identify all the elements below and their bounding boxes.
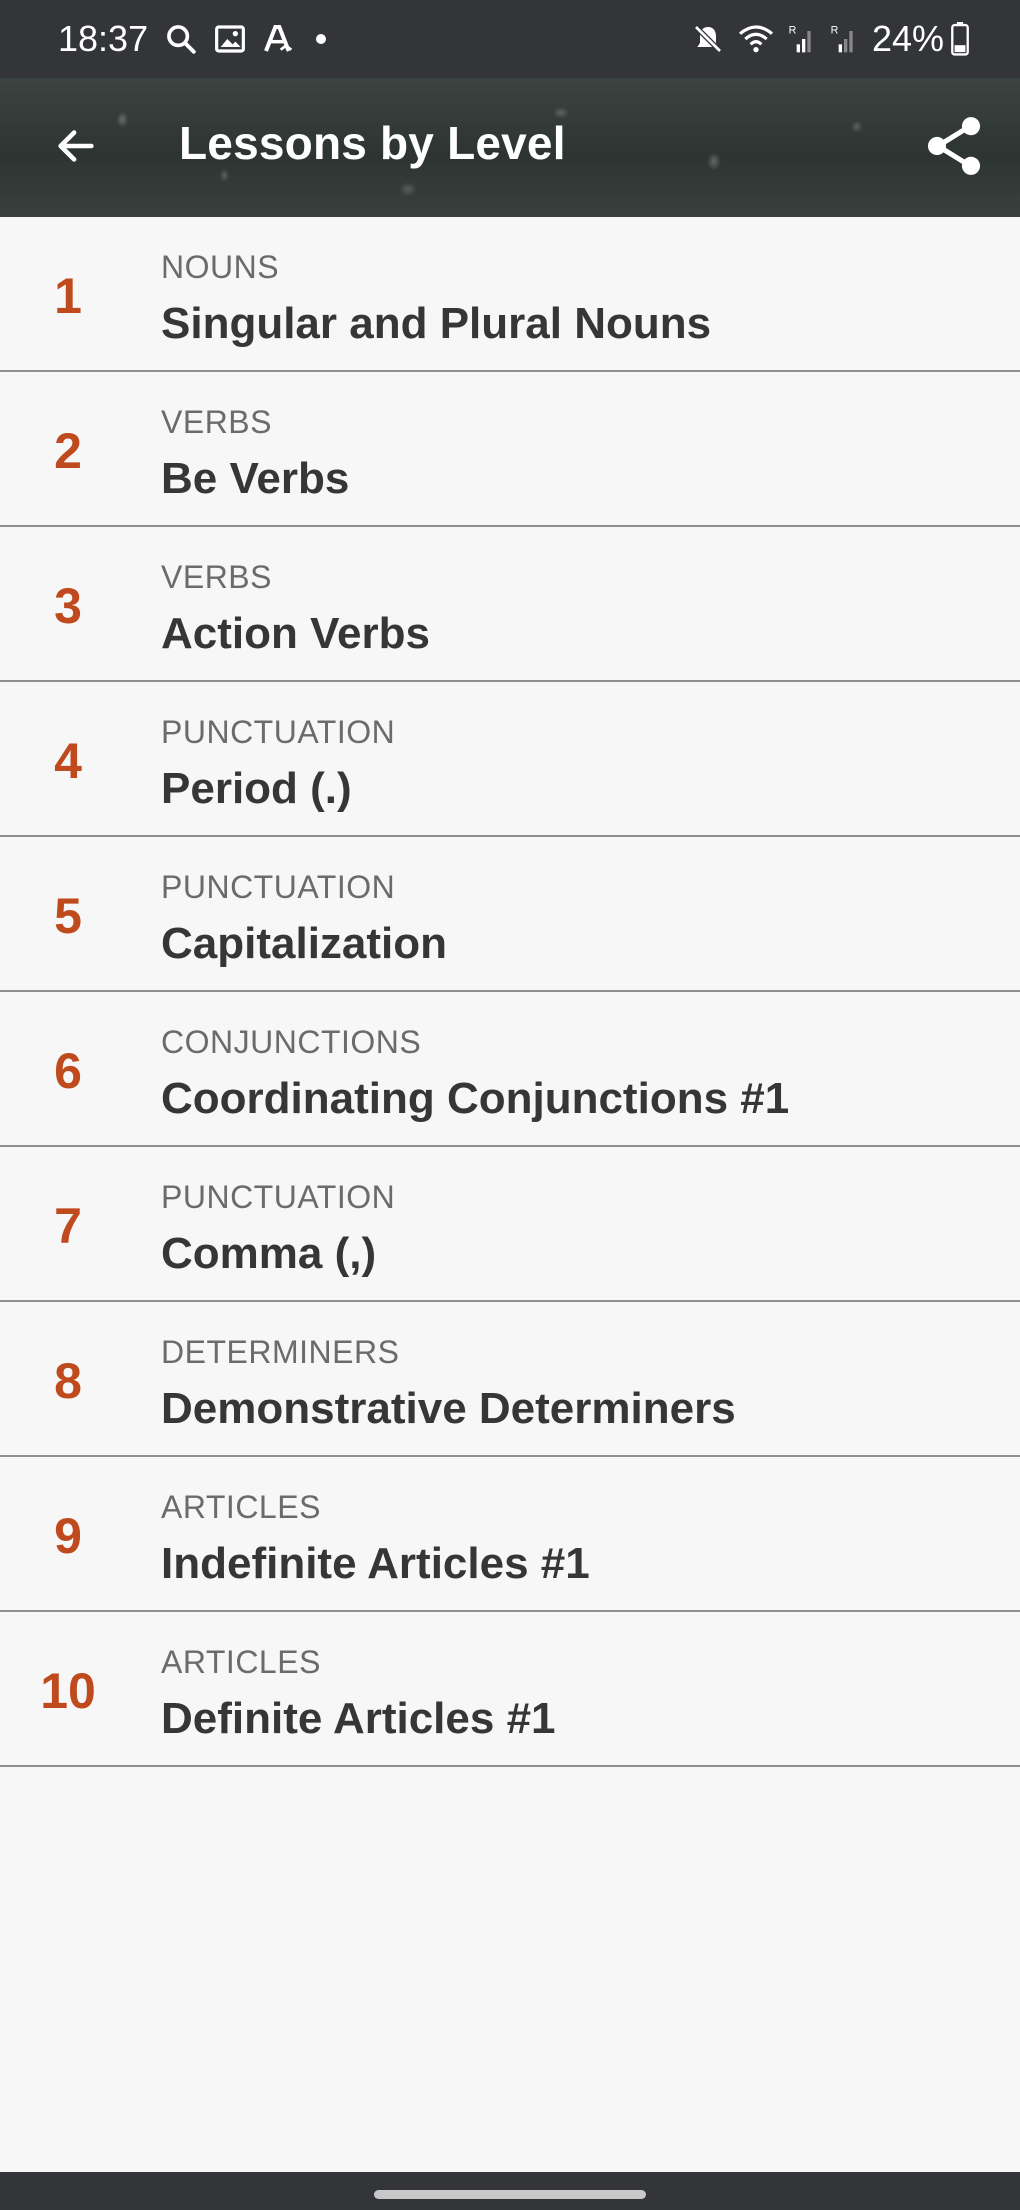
status-right: R R 24% [692,18,970,60]
arrow-left-icon [58,130,94,162]
lesson-category: VERBS [161,404,272,440]
lesson-item[interactable]: 4 PUNCTUATION Period (.) [0,682,1020,837]
lesson-category: CONJUNCTIONS [161,1024,422,1060]
lesson-title: Singular and Plural Nouns [161,299,712,348]
lesson-title: Comma (,) [161,1229,377,1278]
lesson-category: PUNCTUATION [161,869,396,905]
lesson-number: 8 [54,1353,82,1409]
signal-icon: R [788,23,816,55]
lesson-number: 10 [40,1663,96,1719]
lesson-number: 6 [54,1043,82,1099]
a-icon [262,23,294,55]
lesson-category: ARTICLES [161,1644,321,1680]
lesson-category: DETERMINERS [161,1334,400,1370]
lesson-item[interactable]: 7 PUNCTUATION Comma (,) [0,1147,1020,1302]
lesson-item[interactable]: 9 ARTICLES Indefinite Articles #1 [0,1457,1020,1612]
lesson-title: Action Verbs [161,609,430,658]
lesson-title: Demonstrative Determiners [161,1384,736,1433]
status-time: 18:37 [58,18,149,59]
lesson-number: 5 [54,888,82,944]
back-button[interactable] [40,110,112,182]
lesson-number: 4 [54,733,82,789]
lesson-item[interactable]: 3 VERBS Action Verbs [0,527,1020,682]
lesson-title: Definite Articles #1 [161,1694,556,1743]
lesson-title: Capitalization [161,919,448,968]
lesson-item[interactable]: 2 VERBS Be Verbs [0,372,1020,527]
lesson-number: 1 [54,268,82,324]
mute-icon [692,23,724,55]
image-icon [214,23,246,55]
page-title: Lessons by Level [179,117,566,169]
battery-icon [950,22,970,56]
lesson-title: Be Verbs [161,454,350,503]
lesson-number: 9 [54,1508,82,1564]
share-button[interactable] [916,108,992,184]
battery-percent: 24% [871,18,944,59]
lesson-item[interactable]: 8 DETERMINERS Demonstrative Determiners [0,1302,1020,1457]
lesson-item[interactable]: 5 PUNCTUATION Capitalization [0,837,1020,992]
lesson-item[interactable]: 6 CONJUNCTIONS Coordinating Conjunctions… [0,992,1020,1147]
lesson-category: ARTICLES [161,1489,321,1525]
lesson-number: 2 [54,423,82,479]
home-gesture-pill[interactable] [374,2190,646,2199]
status-bar: 18:37 R R 24% [0,0,1020,78]
lesson-number: 7 [54,1198,82,1254]
share-icon [927,117,981,175]
lesson-category: PUNCTUATION [161,1179,396,1215]
wifi-icon [738,23,774,55]
svg-text:R: R [789,25,797,37]
lesson-item[interactable]: 1 NOUNS Singular and Plural Nouns [0,217,1020,372]
signal-icon: R [830,23,858,55]
lesson-title: Coordinating Conjunctions #1 [161,1074,790,1123]
lesson-category: NOUNS [161,249,280,285]
notification-dot [316,34,327,44]
lesson-item[interactable]: 10 ARTICLES Definite Articles #1 [0,1612,1020,1767]
lesson-number: 3 [54,578,82,634]
lesson-list: 1 NOUNS Singular and Plural Nouns 2 VERB… [0,217,1020,1767]
lesson-title: Indefinite Articles #1 [161,1539,590,1588]
lesson-category: PUNCTUATION [161,714,396,750]
app-bar: Lessons by Level [0,78,1020,217]
lesson-title: Period (.) [161,764,352,813]
svg-text:R: R [831,25,839,37]
search-icon [164,22,198,56]
lesson-category: VERBS [161,559,272,595]
status-left: 18:37 [58,18,327,60]
system-nav-bar [0,2172,1020,2210]
